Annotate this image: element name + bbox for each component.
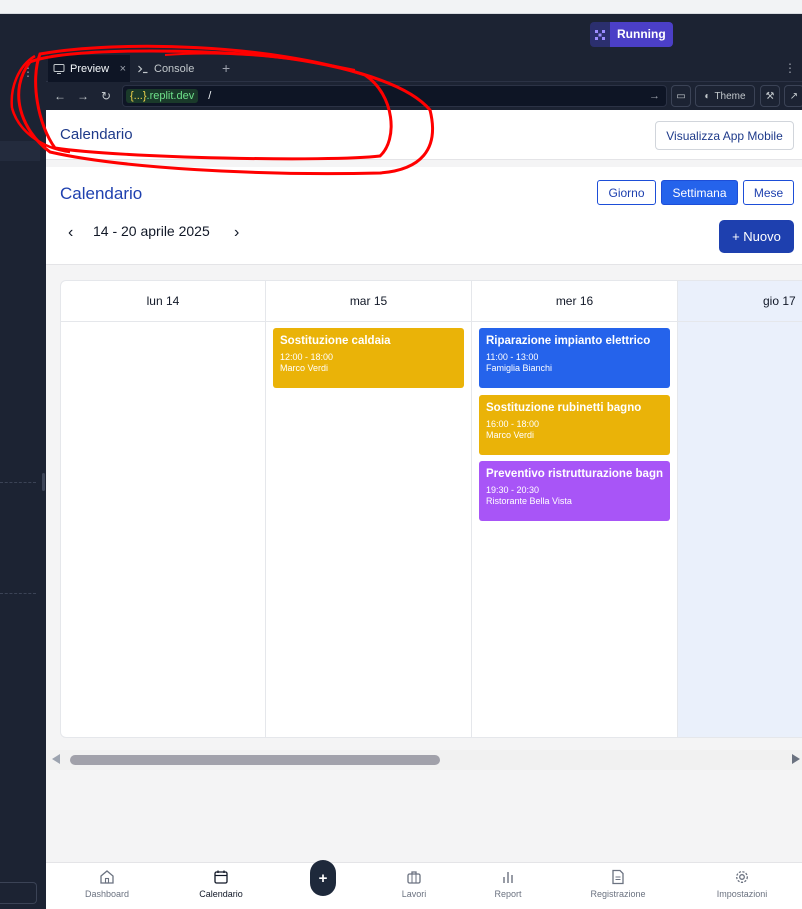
day-column[interactable]: mar 15 Sostituzione caldaia 12:00 - 18:0… xyxy=(266,281,472,737)
terminal-icon xyxy=(137,63,149,75)
monitor-icon xyxy=(53,63,65,75)
day-header: mar 15 xyxy=(266,281,471,322)
stop-icon[interactable] xyxy=(590,22,610,47)
day-column[interactable]: lun 14 xyxy=(61,281,266,737)
pane-tabs: Preview × Console + ⋮ xyxy=(46,55,802,82)
page-title: Calendario xyxy=(60,126,133,143)
calendar-toolbar: Calendario Giorno Settimana Mese ‹ 14 - … xyxy=(46,167,802,265)
workspace-top-bar: Running xyxy=(0,14,802,55)
horizontal-scrollbar[interactable] xyxy=(46,750,802,770)
next-week-icon[interactable]: › xyxy=(234,224,239,242)
new-event-button[interactable]: + Nuovo xyxy=(719,220,794,253)
event-time: 11:00 - 13:00 xyxy=(486,352,539,362)
preview-app: Calendario Visualizza App Mobile Calenda… xyxy=(46,110,802,909)
palette-icon: ◐ xyxy=(704,90,711,102)
calendar-icon xyxy=(214,870,228,884)
divider xyxy=(0,593,36,594)
url-input[interactable]: {...}.replit.dev / → xyxy=(122,85,667,107)
nav-label: Impostazioni xyxy=(716,889,768,899)
bar-chart-icon xyxy=(503,872,513,883)
view-month-button[interactable]: Mese xyxy=(743,180,794,205)
scrollbar-thumb[interactable] xyxy=(70,755,440,765)
day-column-today[interactable]: gio 17 xyxy=(678,281,802,737)
prev-week-icon[interactable]: ‹ xyxy=(68,224,73,242)
add-icon: + xyxy=(318,869,328,887)
nav-calendario[interactable]: Calendario xyxy=(181,869,261,899)
event-time: 16:00 - 18:00 xyxy=(486,419,540,429)
open-new-tab-icon[interactable]: ↗ xyxy=(784,85,802,107)
view-week-button[interactable]: Settimana xyxy=(661,180,738,205)
week-grid: lun 14 mar 15 Sostituzione caldaia 12:00… xyxy=(60,280,802,738)
nav-label: Registrazione xyxy=(590,889,646,899)
more-icon[interactable]: ⋮ xyxy=(784,61,796,75)
left-panel-input[interactable] xyxy=(0,882,37,904)
nav-label: Report xyxy=(494,889,522,899)
day-column[interactable]: mer 16 Riparazione impianto elettrico 11… xyxy=(472,281,678,737)
nav-report[interactable]: Report xyxy=(468,869,548,899)
event-card[interactable]: Riparazione impianto elettrico 11:00 - 1… xyxy=(479,328,670,388)
view-day-button[interactable]: Giorno xyxy=(597,180,656,205)
day-header: mer 16 xyxy=(472,281,677,322)
nav-label: Dashboard xyxy=(84,889,130,899)
event-title: Sostituzione rubinetti bagno xyxy=(486,402,642,414)
close-icon[interactable]: × xyxy=(120,63,126,75)
devtools-icon[interactable]: ⚒ xyxy=(760,85,780,107)
day-header: lun 14 xyxy=(61,281,265,322)
document-icon xyxy=(612,869,624,885)
mobile-app-button[interactable]: Visualizza App Mobile xyxy=(655,121,794,150)
nav-registrazione[interactable]: Registrazione xyxy=(578,869,658,899)
app-header: Calendario Visualizza App Mobile xyxy=(46,110,802,160)
scroll-right-icon[interactable] xyxy=(792,754,800,764)
event-client: Ristorante Bella Vista xyxy=(486,496,572,506)
left-panel-highlight xyxy=(0,141,40,161)
event-card[interactable]: Sostituzione rubinetti bagno 16:00 - 18:… xyxy=(479,395,670,455)
event-time: 19:30 - 20:30 xyxy=(486,485,540,495)
event-title: Riparazione impianto elettrico xyxy=(486,335,651,347)
gear-icon xyxy=(736,871,748,883)
calendar-title: Calendario xyxy=(60,184,143,203)
tab-console[interactable]: Console xyxy=(132,55,216,82)
event-title: Sostituzione caldaia xyxy=(280,335,391,347)
tab-label: Console xyxy=(154,62,195,75)
home-icon xyxy=(100,870,114,884)
url-host: {...}.replit.dev xyxy=(126,89,199,103)
devices-icon[interactable]: ▭ xyxy=(671,85,691,107)
url-path: / xyxy=(208,90,212,102)
event-client: Marco Verdi xyxy=(486,430,535,440)
event-title: Preventivo ristrutturazione bagno xyxy=(486,468,663,480)
event-client: Famiglia Bianchi xyxy=(486,363,553,373)
tab-label: Preview xyxy=(70,62,110,75)
add-button[interactable]: + xyxy=(310,860,336,896)
event-card[interactable]: Sostituzione caldaia 12:00 - 18:00 Marco… xyxy=(273,328,464,388)
reload-icon[interactable]: ↻ xyxy=(99,89,113,103)
scroll-left-icon[interactable] xyxy=(52,754,60,764)
run-control[interactable]: Running xyxy=(590,22,673,47)
event-time: 12:00 - 18:00 xyxy=(280,352,334,362)
resize-handle[interactable] xyxy=(42,473,45,491)
url-bar: ← → ↻ {...}.replit.dev / → ▭ ◐ Theme ⚒ ↗ xyxy=(46,82,802,110)
day-header: gio 17 xyxy=(678,281,802,322)
tab-preview[interactable]: Preview × xyxy=(48,55,130,82)
event-client: Marco Verdi xyxy=(280,363,329,373)
left-panel-menu-icon[interactable]: ⋮ xyxy=(22,65,34,79)
left-panel: ⋮ xyxy=(0,55,46,909)
nav-impostazioni[interactable]: Impostazioni xyxy=(702,869,782,899)
date-range: 14 - 20 aprile 2025 xyxy=(93,223,210,239)
bottom-nav: Dashboard Calendario + Lavori Report Reg… xyxy=(46,860,802,909)
running-button[interactable]: Running xyxy=(610,22,673,47)
forward-arrow-icon[interactable]: → xyxy=(76,89,90,103)
theme-button[interactable]: ◐ Theme xyxy=(695,85,755,107)
nav-lavori[interactable]: Lavori xyxy=(374,869,454,899)
nav-label: Calendario xyxy=(199,889,243,899)
add-tab-icon[interactable]: + xyxy=(222,60,230,76)
theme-label: Theme xyxy=(714,90,746,102)
briefcase-icon xyxy=(407,871,421,884)
nav-dashboard[interactable]: Dashboard xyxy=(67,869,147,899)
divider xyxy=(0,482,36,483)
nav-label: Lavori xyxy=(401,889,427,899)
go-arrow-icon[interactable]: → xyxy=(649,90,660,102)
top-strip xyxy=(0,0,802,14)
back-arrow-icon[interactable]: ← xyxy=(53,89,67,103)
event-card[interactable]: Preventivo ristrutturazione bagno 19:30 … xyxy=(479,461,670,521)
